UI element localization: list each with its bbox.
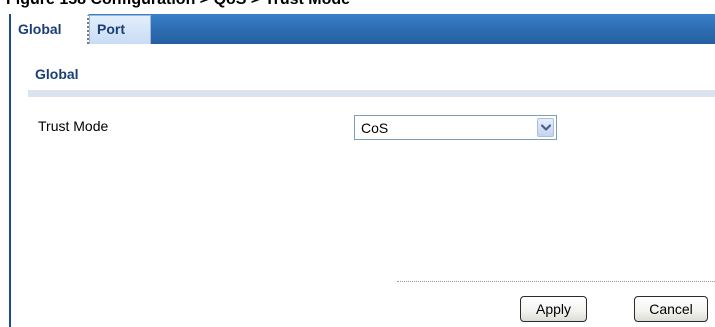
tab-port[interactable]: Port xyxy=(89,15,151,44)
page: Figure 158 Configuration > QoS > Trust M… xyxy=(0,0,715,327)
dropdown-button[interactable] xyxy=(537,118,554,137)
section-divider xyxy=(28,90,715,97)
cancel-button[interactable]: Cancel xyxy=(634,296,708,322)
figure-caption-clip: Figure 158 Configuration > QoS > Trust M… xyxy=(0,0,715,14)
tab-global-label: Global xyxy=(18,21,62,37)
section-title: Global xyxy=(35,66,79,82)
trust-mode-selected-value: CoS xyxy=(361,120,389,136)
tab-bar: Global Port xyxy=(9,14,715,44)
left-border xyxy=(9,44,11,327)
tab-port-label: Port xyxy=(97,21,125,37)
trust-mode-select[interactable]: CoS xyxy=(354,115,557,140)
trust-mode-label: Trust Mode xyxy=(38,118,109,134)
figure-caption: Figure 158 Configuration > QoS > Trust M… xyxy=(6,0,350,9)
chevron-down-icon xyxy=(541,124,551,131)
tab-global[interactable]: Global xyxy=(11,14,89,44)
footer-divider xyxy=(397,281,715,282)
apply-button[interactable]: Apply xyxy=(520,296,587,322)
